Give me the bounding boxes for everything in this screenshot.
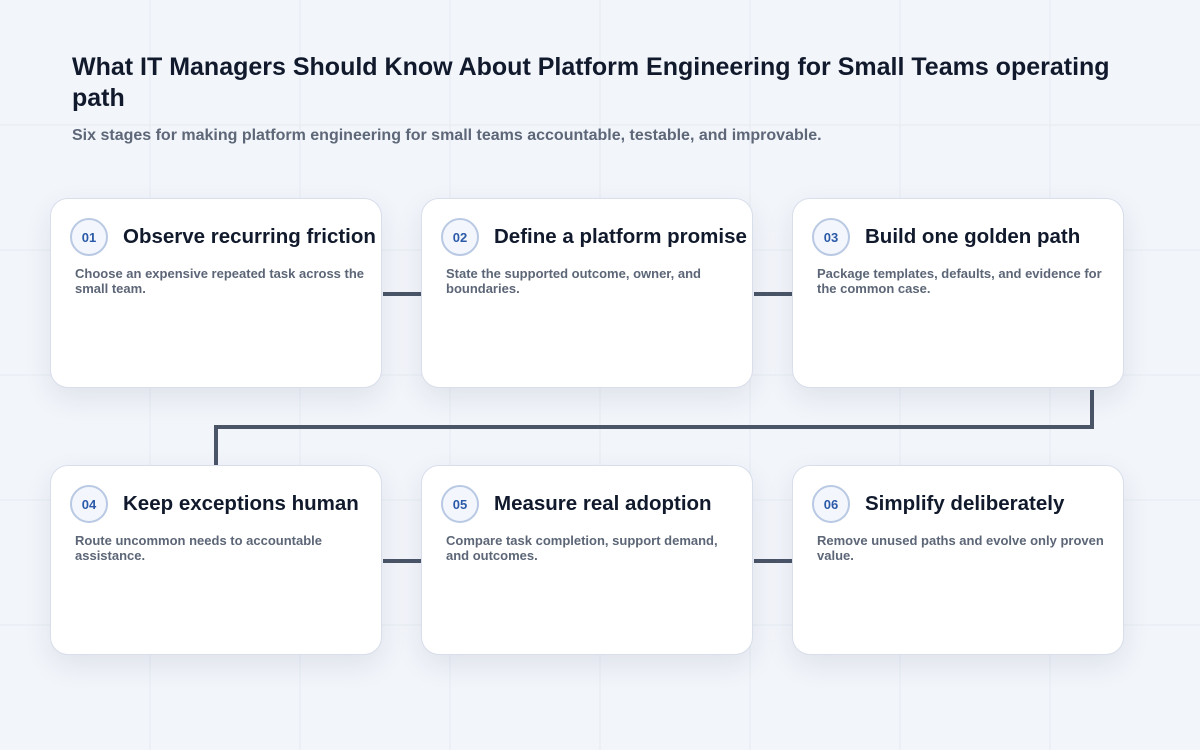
stage-card-define: 02 Define a platform promise State the s… bbox=[421, 198, 753, 388]
stage-description: Package templates, defaults, and evidenc… bbox=[817, 266, 1102, 296]
stage-number-badge: 06 bbox=[812, 485, 850, 523]
stage-number-badge: 05 bbox=[441, 485, 479, 523]
stage-description: Route uncommon needs to accountable assi… bbox=[75, 533, 323, 563]
stage-title: Simplify deliberately bbox=[865, 492, 1065, 515]
stage-card-simplify: 06 Simplify deliberately Remove unused p… bbox=[792, 465, 1124, 655]
connector-03-04 bbox=[214, 390, 1094, 465]
stage-number-badge: 02 bbox=[441, 218, 479, 256]
stage-number-badge: 01 bbox=[70, 218, 108, 256]
stage-description: Remove unused paths and evolve only prov… bbox=[817, 533, 1104, 563]
stage-title: Keep exceptions human bbox=[123, 492, 359, 515]
stage-description: State the supported outcome, owner, and … bbox=[446, 266, 701, 296]
stage-card-exceptions: 04 Keep exceptions human Route uncommon … bbox=[50, 465, 382, 655]
stage-title: Observe recurring friction bbox=[123, 225, 376, 248]
stage-number-badge: 03 bbox=[812, 218, 850, 256]
stage-title: Build one golden path bbox=[865, 225, 1081, 248]
stage-card-observe: 01 Observe recurring friction Choose an … bbox=[50, 198, 382, 388]
stage-title: Define a platform promise bbox=[494, 225, 747, 248]
stage-title: Measure real adoption bbox=[494, 492, 712, 515]
stage-description: Compare task completion, support demand,… bbox=[446, 533, 718, 563]
stage-card-measure: 05 Measure real adoption Compare task co… bbox=[421, 465, 753, 655]
stage-number-badge: 04 bbox=[70, 485, 108, 523]
stage-description: Choose an expensive repeated task across… bbox=[75, 266, 365, 296]
stage-card-build: 03 Build one golden path Package templat… bbox=[792, 198, 1124, 388]
